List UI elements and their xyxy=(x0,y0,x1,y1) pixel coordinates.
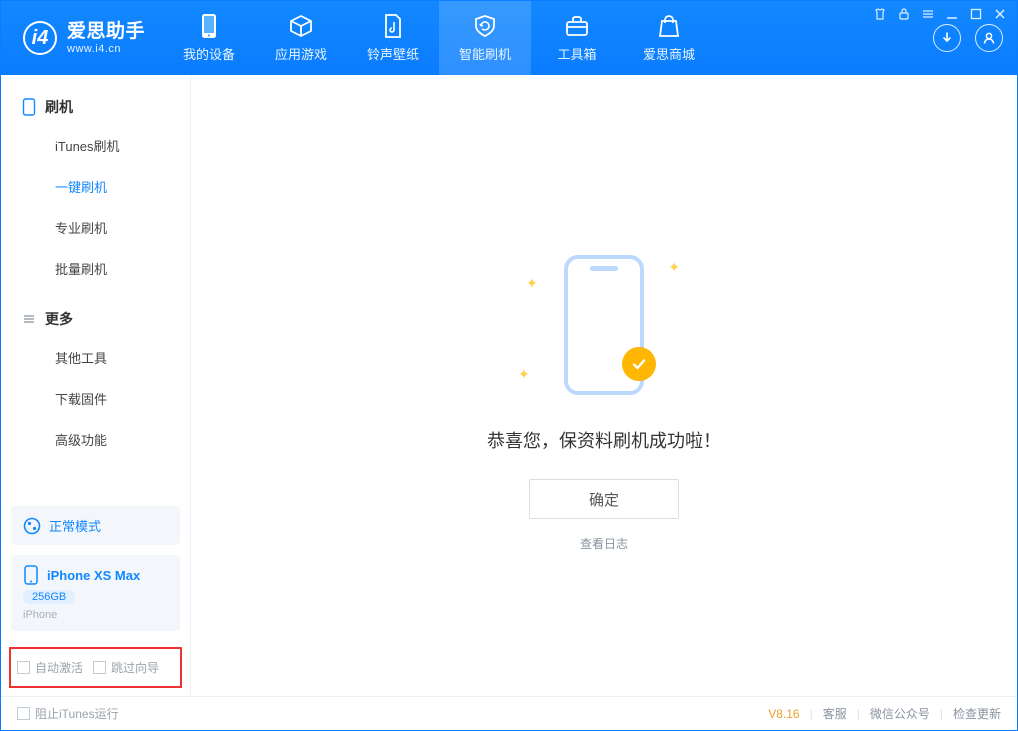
checkbox-label: 阻止iTunes运行 xyxy=(35,705,119,722)
tab-label: 爱思商城 xyxy=(643,44,695,63)
window-controls xyxy=(873,7,1007,21)
view-log-link[interactable]: 查看日志 xyxy=(580,535,628,552)
mode-label: 正常模式 xyxy=(49,516,101,535)
version-label: V8.16 xyxy=(768,707,799,721)
sidebar-bottom-options: 自动激活 跳过向导 xyxy=(9,647,182,688)
menu-icon[interactable] xyxy=(921,7,935,21)
sidebar-item-download-firmware[interactable]: 下载固件 xyxy=(1,378,190,419)
tab-ringtone-wallpaper[interactable]: 铃声壁纸 xyxy=(347,1,439,75)
sidebar-item-advanced[interactable]: 高级功能 xyxy=(1,419,190,460)
maximize-button[interactable] xyxy=(969,7,983,21)
device-storage-badge: 256GB xyxy=(23,590,75,604)
block-itunes-checkbox[interactable]: 阻止iTunes运行 xyxy=(17,705,119,722)
sidebar-item-pro-flash[interactable]: 专业刷机 xyxy=(1,207,190,248)
minimize-button[interactable] xyxy=(945,7,959,21)
ok-button[interactable]: 确定 xyxy=(529,479,679,519)
sidebar-group-title: 更多 xyxy=(45,309,73,329)
tab-apps-games[interactable]: 应用游戏 xyxy=(255,1,347,75)
tab-smart-flash[interactable]: 智能刷机 xyxy=(439,1,531,75)
download-button[interactable] xyxy=(933,24,961,52)
checkbox-label: 自动激活 xyxy=(35,659,83,676)
check-update-link[interactable]: 检查更新 xyxy=(953,705,1001,722)
bag-icon xyxy=(656,13,682,39)
checkbox-icon xyxy=(93,661,106,674)
sparkle-icon: ✦ xyxy=(668,259,680,276)
checkbox-label: 跳过向导 xyxy=(111,659,159,676)
tab-label: 工具箱 xyxy=(558,44,597,63)
footer: 阻止iTunes运行 V8.16 | 客服 | 微信公众号 | 检查更新 xyxy=(1,696,1017,730)
music-file-icon xyxy=(380,13,406,39)
main-content: ✦ ✦ ✦ 恭喜您，保资料刷机成功啦！ 确定 查看日志 xyxy=(191,75,1017,696)
app-url: www.i4.cn xyxy=(67,43,145,56)
lock-icon[interactable] xyxy=(897,7,911,21)
device-type: iPhone xyxy=(23,609,168,621)
cube-icon xyxy=(288,13,314,39)
sidebar-group-more: 更多 xyxy=(1,299,190,337)
tshirt-icon[interactable] xyxy=(873,7,887,21)
titlebar: i4 爱思助手 www.i4.cn 我的设备 应用游戏 铃声壁纸 智能刷机 xyxy=(1,1,1017,75)
device-card[interactable]: iPhone XS Max 256GB iPhone xyxy=(11,555,180,631)
success-illustration: ✦ ✦ ✦ xyxy=(504,245,704,405)
tab-label: 我的设备 xyxy=(183,44,235,63)
close-button[interactable] xyxy=(993,7,1007,21)
phone-outline-icon xyxy=(21,99,37,115)
tab-label: 智能刷机 xyxy=(459,44,511,63)
auto-activate-checkbox[interactable]: 自动激活 xyxy=(17,659,83,676)
nav-tabs: 我的设备 应用游戏 铃声壁纸 智能刷机 工具箱 爱思商城 xyxy=(163,1,715,75)
support-link[interactable]: 客服 xyxy=(823,705,847,722)
wechat-link[interactable]: 微信公众号 xyxy=(870,705,930,722)
sidebar-group-flash: 刷机 xyxy=(1,87,190,125)
toolbox-icon xyxy=(564,13,590,39)
device-icon xyxy=(23,565,39,585)
user-button[interactable] xyxy=(975,24,1003,52)
logo-icon: i4 xyxy=(23,21,57,55)
sidebar-item-itunes-flash[interactable]: iTunes刷机 xyxy=(1,125,190,166)
app-name: 爱思助手 xyxy=(67,21,145,43)
footer-links: V8.16 | 客服 | 微信公众号 | 检查更新 xyxy=(768,705,1001,722)
device-name: iPhone XS Max xyxy=(47,568,140,583)
sidebar-device-block: 正常模式 iPhone XS Max 256GB iPhone xyxy=(1,502,190,641)
app-window: i4 爱思助手 www.i4.cn 我的设备 应用游戏 铃声壁纸 智能刷机 xyxy=(0,0,1018,731)
sidebar-item-other-tools[interactable]: 其他工具 xyxy=(1,337,190,378)
mode-card[interactable]: 正常模式 xyxy=(11,506,180,545)
success-message: 恭喜您，保资料刷机成功啦！ xyxy=(487,427,721,453)
checkbox-icon xyxy=(17,707,30,720)
tab-my-device[interactable]: 我的设备 xyxy=(163,1,255,75)
sparkle-icon: ✦ xyxy=(526,275,538,292)
tab-store[interactable]: 爱思商城 xyxy=(623,1,715,75)
checkbox-icon xyxy=(17,661,30,674)
sidebar-item-onekey-flash[interactable]: 一键刷机 xyxy=(1,166,190,207)
menu-lines-icon xyxy=(21,311,37,327)
sidebar-item-batch-flash[interactable]: 批量刷机 xyxy=(1,248,190,289)
tab-label: 应用游戏 xyxy=(275,44,327,63)
refresh-shield-icon xyxy=(472,13,498,39)
sidebar-group-title: 刷机 xyxy=(45,97,73,117)
check-badge-icon xyxy=(622,347,656,381)
skip-guide-checkbox[interactable]: 跳过向导 xyxy=(93,659,159,676)
tab-toolbox[interactable]: 工具箱 xyxy=(531,1,623,75)
tab-label: 铃声壁纸 xyxy=(367,44,419,63)
sidebar: 刷机 iTunes刷机 一键刷机 专业刷机 批量刷机 更多 其他工具 下载固件 … xyxy=(1,75,191,696)
phone-icon xyxy=(196,13,222,39)
app-logo: i4 爱思助手 www.i4.cn xyxy=(1,1,163,75)
sparkle-icon: ✦ xyxy=(518,366,530,383)
mode-icon xyxy=(23,517,41,535)
